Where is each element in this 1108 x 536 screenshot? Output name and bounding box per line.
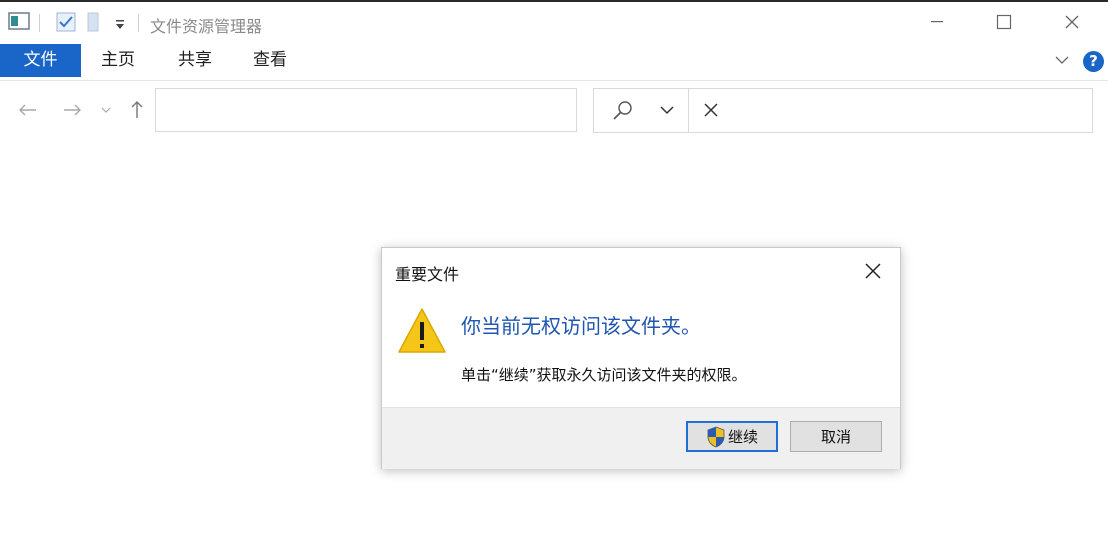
maximize-button[interactable] (972, 2, 1036, 42)
uac-shield-icon (706, 426, 726, 448)
title-bar: 文件资源管理器 (0, 2, 1108, 42)
dialog-close-button[interactable] (860, 258, 886, 284)
minimize-button[interactable] (905, 2, 969, 42)
search-box[interactable] (593, 88, 1093, 133)
window-title: 文件资源管理器 (150, 17, 263, 36)
warning-icon (397, 307, 447, 359)
up-arrow-icon[interactable] (124, 92, 150, 128)
close-window-button[interactable] (1040, 2, 1104, 42)
dialog-detail-message: 单击“继续”获取永久访问该文件夹的权限。 (461, 366, 747, 384)
tab-home[interactable]: 主页 (93, 44, 143, 77)
tab-share[interactable]: 共享 (170, 44, 220, 77)
access-denied-dialog: 重要文件 你当前无权访问该文件夹。 单击“继续”获取永久访问该文件夹的权限。 继… (381, 247, 901, 469)
address-bar[interactable] (155, 88, 718, 132)
properties-check-icon[interactable] (56, 12, 76, 36)
tab-file[interactable]: 文件 (0, 44, 81, 77)
ribbon-tabs: 文件 主页 共享 查看 ? (0, 44, 1108, 81)
forward-arrow-icon[interactable] (58, 92, 86, 128)
dialog-button-bar: 继续 取消 (382, 407, 900, 469)
cancel-button[interactable]: 取消 (790, 421, 882, 452)
tab-view[interactable]: 查看 (245, 44, 295, 77)
recent-locations-chevron-icon[interactable] (98, 92, 114, 128)
back-arrow-icon[interactable] (14, 92, 42, 128)
new-folder-icon[interactable] (86, 12, 100, 36)
quick-access-dropdown-icon[interactable] (114, 16, 126, 35)
continue-button-label: 继续 (727, 429, 758, 446)
search-icon (612, 100, 634, 126)
app-window-icon[interactable] (8, 12, 30, 34)
titlebar-separator (39, 14, 40, 32)
titlebar-separator (138, 14, 139, 32)
cancel-button-label: 取消 (820, 429, 851, 446)
continue-button[interactable]: 继续 (686, 421, 778, 452)
help-icon[interactable]: ? (1083, 51, 1104, 72)
dialog-main-message: 你当前无权访问该文件夹。 (461, 314, 701, 338)
dialog-title: 重要文件 (395, 265, 460, 284)
expand-ribbon-chevron-icon[interactable] (1054, 52, 1070, 72)
